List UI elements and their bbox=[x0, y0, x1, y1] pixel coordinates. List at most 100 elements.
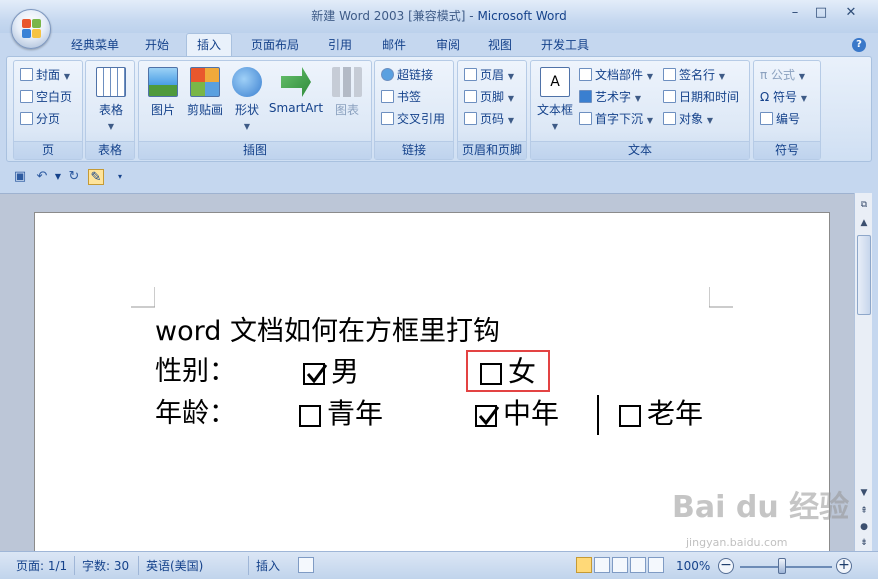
tab-mailings[interactable]: 邮件 bbox=[372, 36, 416, 58]
cross-reference-label: 交叉引用 bbox=[397, 112, 446, 126]
checkbox-elderly[interactable] bbox=[619, 405, 641, 427]
date-time-button[interactable]: 日期和时间 bbox=[663, 87, 739, 107]
scroll-down-icon[interactable]: ▼ bbox=[856, 485, 872, 501]
dropdown-arrow-icon: ▼ bbox=[107, 122, 115, 131]
blank-page-icon bbox=[20, 90, 33, 103]
page-break-label: 分页 bbox=[36, 112, 61, 126]
object-button[interactable]: 对象 ▼ bbox=[663, 109, 713, 129]
scroll-up-icon[interactable]: ▲ bbox=[856, 215, 872, 231]
zoom-out-icon[interactable]: − bbox=[718, 558, 734, 574]
close-button[interactable]: ✕ bbox=[838, 5, 864, 23]
chart-button[interactable]: 图表 bbox=[329, 67, 365, 118]
page-count[interactable]: 页面: 1/1 bbox=[16, 557, 67, 575]
bookmark-label: 书签 bbox=[397, 90, 422, 104]
office-button[interactable] bbox=[11, 9, 51, 49]
insert-mode-indicator[interactable]: 插入 bbox=[256, 557, 280, 575]
baidu-watermark-url: jingyan.baidu.com bbox=[686, 536, 788, 549]
format-painter-icon[interactable]: ✎ bbox=[88, 169, 104, 185]
tab-view[interactable]: 视图 bbox=[478, 36, 522, 58]
group-label-symbols: 符号 bbox=[754, 141, 820, 159]
tab-review[interactable]: 审阅 bbox=[426, 36, 470, 58]
zoom-slider-thumb[interactable] bbox=[778, 558, 786, 574]
calendar-icon bbox=[663, 90, 676, 103]
text-box-label: 文本框 bbox=[536, 103, 573, 117]
group-label-tables: 表格 bbox=[86, 141, 134, 159]
print-layout-view-icon[interactable] bbox=[576, 557, 592, 573]
zoom-slider-track[interactable] bbox=[740, 566, 832, 568]
scroll-thumb[interactable] bbox=[857, 235, 871, 315]
header-button[interactable]: 页眉 ▼ bbox=[464, 65, 514, 85]
group-label-header-footer: 页眉和页脚 bbox=[458, 141, 526, 159]
group-header-footer: 页眉 ▼ 页脚 ▼ 页码 ▼ 页眉和页脚 bbox=[457, 60, 527, 160]
picture-button[interactable]: 图片 bbox=[145, 67, 181, 118]
full-screen-reading-view-icon[interactable] bbox=[594, 557, 610, 573]
text-box-icon: A bbox=[540, 67, 570, 97]
quick-parts-icon bbox=[579, 68, 592, 81]
drop-cap-button[interactable]: 首字下沉 ▼ bbox=[579, 109, 653, 129]
next-page-icon[interactable]: ⇟ bbox=[856, 535, 872, 551]
numbering-button[interactable]: 编号 bbox=[760, 109, 800, 129]
wordart-label: 艺术字 bbox=[595, 90, 632, 104]
smartart-label: SmartArt bbox=[268, 101, 324, 115]
footer-label: 页脚 bbox=[480, 90, 505, 104]
page-number-button[interactable]: 页码 ▼ bbox=[464, 109, 514, 129]
tab-references[interactable]: 引用 bbox=[318, 36, 362, 58]
table-button[interactable]: 表格 ▼ bbox=[94, 67, 128, 132]
group-pages: 封面 ▼ 空白页 分页 页 bbox=[13, 60, 83, 160]
wordart-button[interactable]: 艺术字 ▼ bbox=[579, 87, 641, 107]
undo-dropdown-icon[interactable]: ▼ bbox=[50, 169, 66, 185]
page-break-button[interactable]: 分页 bbox=[20, 109, 60, 129]
web-layout-view-icon[interactable] bbox=[612, 557, 628, 573]
language-indicator[interactable]: 英语(美国) bbox=[146, 557, 203, 575]
checkbox-male[interactable] bbox=[303, 363, 328, 385]
undo-icon[interactable]: ↶ bbox=[34, 169, 50, 185]
tab-classic-menu[interactable]: 经典菜单 bbox=[62, 36, 128, 58]
draft-view-icon[interactable] bbox=[648, 557, 664, 573]
tab-home[interactable]: 开始 bbox=[136, 36, 178, 58]
zoom-in-icon[interactable]: + bbox=[836, 558, 852, 574]
vertical-scrollbar[interactable]: ⧉ ▲ ▼ ⇞ ● ⇟ bbox=[854, 193, 872, 551]
equation-button[interactable]: π 公式 ▼ bbox=[760, 65, 805, 85]
customize-qat-icon[interactable]: ▾ bbox=[112, 169, 128, 185]
blank-page-button[interactable]: 空白页 bbox=[20, 87, 72, 107]
minimize-button[interactable]: – bbox=[782, 5, 808, 23]
maximize-button[interactable]: □ bbox=[808, 5, 834, 23]
outline-view-icon[interactable] bbox=[630, 557, 646, 573]
chart-label: 图表 bbox=[334, 103, 359, 117]
ruler-toggle-icon[interactable]: ⧉ bbox=[856, 197, 872, 213]
redo-icon[interactable]: ↻ bbox=[66, 169, 82, 185]
macro-record-icon[interactable] bbox=[298, 557, 314, 573]
checkbox-youth[interactable] bbox=[299, 405, 321, 427]
footer-button[interactable]: 页脚 ▼ bbox=[464, 87, 514, 107]
text-box-button[interactable]: A 文本框 ▼ bbox=[535, 67, 575, 132]
save-icon[interactable]: ▣ bbox=[12, 169, 28, 185]
clip-art-icon bbox=[190, 67, 220, 97]
signature-line-button[interactable]: 签名行 ▼ bbox=[663, 65, 725, 85]
bookmark-button[interactable]: 书签 bbox=[381, 87, 421, 107]
cover-page-label: 封面 bbox=[36, 68, 61, 82]
quick-parts-button[interactable]: 文档部件 ▼ bbox=[579, 65, 653, 85]
word-count[interactable]: 字数: 30 bbox=[82, 557, 129, 575]
previous-page-icon[interactable]: ⇞ bbox=[856, 503, 872, 519]
tab-developer[interactable]: 开发工具 bbox=[532, 36, 598, 58]
cross-reference-button[interactable]: 交叉引用 bbox=[381, 109, 445, 129]
shapes-button[interactable]: 形状 ▼ bbox=[231, 67, 263, 132]
numbering-label: 编号 bbox=[776, 112, 801, 126]
symbol-button[interactable]: Ω 符号 ▼ bbox=[760, 87, 807, 107]
page-number-label: 页码 bbox=[480, 112, 505, 126]
browse-object-icon[interactable]: ● bbox=[856, 519, 872, 535]
smartart-button[interactable]: SmartArt bbox=[267, 67, 325, 115]
hyperlink-label: 超链接 bbox=[397, 68, 434, 82]
hyperlink-button[interactable]: 超链接 bbox=[381, 65, 433, 85]
checkbox-middle-age[interactable] bbox=[475, 405, 500, 427]
cover-page-button[interactable]: 封面 ▼ bbox=[20, 65, 70, 85]
male-label: 男 bbox=[331, 355, 360, 388]
tab-page-layout[interactable]: 页面布局 bbox=[242, 36, 308, 58]
zoom-level[interactable]: 100% bbox=[676, 557, 710, 575]
tab-insert[interactable]: 插入 bbox=[186, 33, 232, 57]
header-icon bbox=[464, 68, 477, 81]
highlight-box bbox=[466, 350, 550, 392]
help-icon[interactable]: ? bbox=[852, 38, 866, 52]
clip-art-button[interactable]: 剪贴画 bbox=[185, 67, 225, 118]
clip-art-label: 剪贴画 bbox=[186, 103, 223, 117]
